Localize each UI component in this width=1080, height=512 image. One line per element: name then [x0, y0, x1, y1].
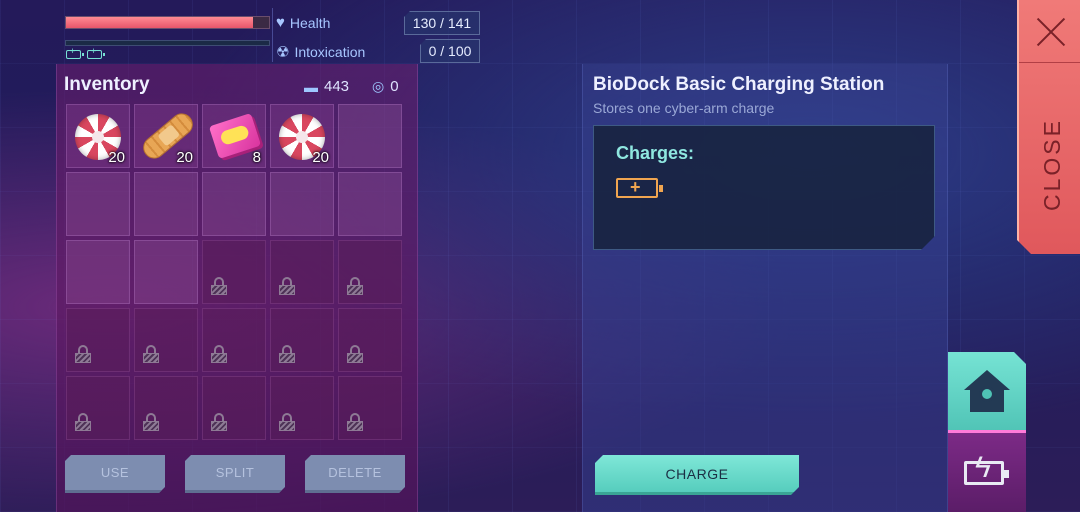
close-icon[interactable] — [1035, 16, 1067, 48]
battery-icon — [87, 46, 105, 59]
intoxication-label: Intoxication — [294, 44, 366, 60]
lock-icon — [279, 345, 295, 363]
inventory-slot[interactable]: 20 — [66, 104, 130, 168]
ticket-icon: ▬ — [304, 78, 318, 95]
inventory-slot-empty[interactable] — [134, 240, 198, 304]
inventory-slot-locked[interactable] — [338, 376, 402, 440]
inventory-slot-locked[interactable] — [338, 240, 402, 304]
cyber-arm-charges — [66, 46, 105, 59]
charges-label: Charges: — [616, 143, 695, 163]
inventory-slot-locked[interactable] — [134, 376, 198, 440]
biohazard-icon: ☢ — [276, 44, 290, 61]
tab-station[interactable] — [948, 352, 1026, 434]
inventory-slot[interactable]: 20 — [270, 104, 334, 168]
item-quantity: 8 — [252, 149, 261, 166]
lock-icon — [347, 413, 363, 431]
lock-icon — [279, 277, 295, 295]
battery-icon — [66, 46, 84, 59]
coin-icon: ◎ — [372, 78, 385, 94]
lock-icon — [279, 413, 295, 431]
delete-button[interactable]: DELETE — [305, 455, 405, 493]
currency-b: ◎ 0 — [372, 78, 399, 95]
close-tab[interactable]: CLOSE — [1017, 0, 1080, 254]
health-bar — [65, 16, 270, 29]
heart-icon: ♥ — [276, 14, 285, 31]
station-title: BioDock Basic Charging Station — [593, 74, 885, 95]
lock-icon — [75, 345, 91, 363]
lock-icon — [211, 413, 227, 431]
lock-icon — [347, 345, 363, 363]
lightning-icon: ϟ — [975, 451, 991, 484]
inventory-slot-locked[interactable] — [270, 240, 334, 304]
intoxication-value: 0 / 100 — [420, 39, 480, 63]
currency-a: ▬ 443 — [304, 78, 349, 95]
battery-charge-icon: + — [616, 178, 658, 198]
currency-b-value: 0 — [390, 78, 399, 95]
inventory-slot-locked[interactable] — [134, 308, 198, 372]
station-description: Stores one cyber-arm charge — [593, 100, 775, 116]
inventory-slot-locked[interactable] — [270, 308, 334, 372]
use-button[interactable]: USE — [65, 455, 165, 493]
stats-divider — [272, 8, 273, 62]
lock-icon — [143, 413, 159, 431]
charge-button[interactable]: CHARGE — [595, 455, 799, 495]
tab-charging[interactable]: ϟ — [948, 430, 1026, 512]
currency-a-value: 443 — [324, 78, 350, 95]
close-label: CLOSE — [1039, 118, 1065, 212]
inventory-slot-empty[interactable] — [338, 172, 402, 236]
inventory-slot[interactable]: 8 — [202, 104, 266, 168]
inventory-slot-empty[interactable] — [134, 172, 198, 236]
inventory-grid: 20 20 8 20 — [66, 104, 402, 440]
health-label: Health — [289, 14, 331, 31]
item-quantity: 20 — [108, 149, 125, 166]
charges-box: Charges: + — [593, 125, 935, 250]
health-value: 130 / 141 — [404, 11, 480, 35]
inventory-slot-empty[interactable] — [270, 172, 334, 236]
health-bar-fill — [66, 17, 254, 28]
inventory-slot-empty[interactable] — [338, 104, 402, 168]
lock-icon — [211, 277, 227, 295]
inventory-slot-locked[interactable] — [66, 376, 130, 440]
intoxication-label-row: ☢ Intoxication — [276, 43, 365, 61]
item-quantity: 20 — [176, 149, 193, 166]
inventory-slot-locked[interactable] — [270, 376, 334, 440]
inventory-slot-empty[interactable] — [66, 172, 130, 236]
inventory-title: Inventory — [64, 74, 150, 95]
inventory-slot-locked[interactable] — [202, 376, 266, 440]
close-divider — [1019, 62, 1080, 63]
inventory-slot-locked[interactable] — [202, 308, 266, 372]
inventory-slot-empty[interactable] — [202, 172, 266, 236]
lock-icon — [143, 345, 159, 363]
inventory-slot-locked[interactable] — [66, 308, 130, 372]
lock-icon — [75, 413, 91, 431]
inventory-slot-locked[interactable] — [202, 240, 266, 304]
lock-icon — [347, 277, 363, 295]
inventory-slot-locked[interactable] — [338, 308, 402, 372]
home-gear-icon — [964, 370, 1010, 414]
inventory-slot[interactable]: 20 — [134, 104, 198, 168]
health-label-row: ♥ Health — [276, 14, 330, 31]
lock-icon — [211, 345, 227, 363]
split-button[interactable]: SPLIT — [185, 455, 285, 493]
inventory-slot-empty[interactable] — [66, 240, 130, 304]
item-quantity: 20 — [312, 149, 329, 166]
